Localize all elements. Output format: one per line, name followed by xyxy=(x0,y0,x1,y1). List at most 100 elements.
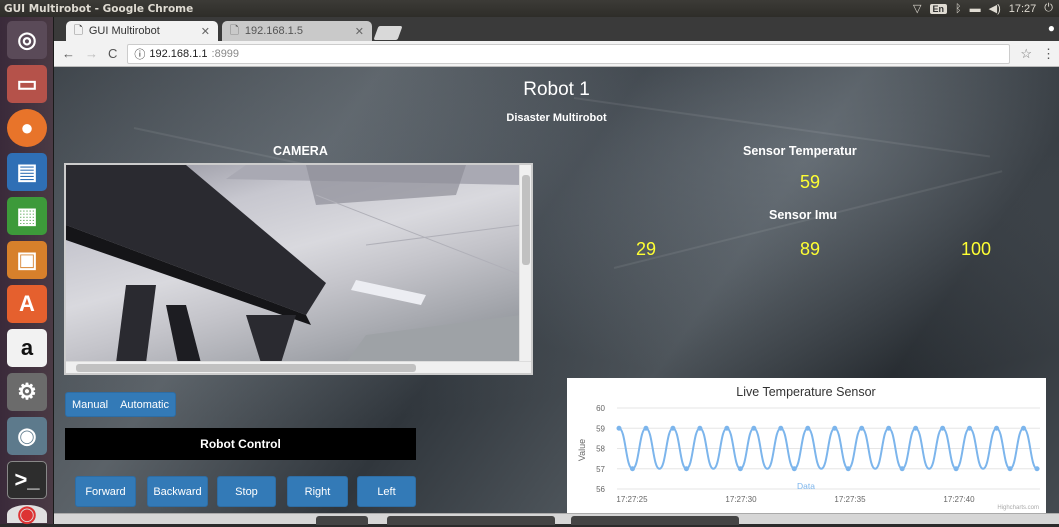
data-point[interactable] xyxy=(629,466,635,472)
data-point[interactable] xyxy=(1021,425,1027,431)
system-tray: ▽ En ᛒ ▬ ◀) 17:27 ⏻ xyxy=(913,2,1059,15)
scroll-thumb[interactable] xyxy=(76,364,416,372)
url-host: 192.168.1.1 xyxy=(149,47,208,60)
data-point[interactable] xyxy=(616,425,622,431)
tab-192-168-1-5[interactable]: 🗋 192.168.1.5 ✕ xyxy=(222,21,372,41)
scroll-thumb[interactable] xyxy=(522,175,530,265)
ubuntu-dash-icon[interactable]: ◎ xyxy=(7,21,47,59)
clock[interactable]: 17:27 xyxy=(1009,3,1037,15)
data-point[interactable] xyxy=(886,425,892,431)
bottom-scrollbar-strip xyxy=(54,513,1059,525)
writer-icon[interactable]: ▤ xyxy=(7,153,47,191)
imu-label: Sensor Imu xyxy=(769,208,838,222)
camera-label: CAMERA xyxy=(273,144,328,158)
page-title: Robot 1 xyxy=(523,79,590,100)
volume-icon[interactable]: ◀) xyxy=(989,2,1001,15)
page-icon: 🗋 xyxy=(74,24,83,37)
x-axis-ticks: 17:27:25 17:27:30 17:27:35 17:27:40 xyxy=(616,495,975,504)
os-top-bar: GUI Multirobot - Google Chrome ▽ En ᛒ ▬ … xyxy=(0,0,1059,17)
url-port: :8999 xyxy=(211,47,240,60)
software-center-icon[interactable]: A xyxy=(7,285,47,323)
data-point[interactable] xyxy=(913,425,919,431)
data-point[interactable] xyxy=(643,425,649,431)
data-point[interactable] xyxy=(994,425,1000,431)
browser-tab-strip: 🗋 GUI Multirobot ✕ 🗋 192.168.1.5 ✕ ● xyxy=(54,17,1059,41)
y-tick-label: 57 xyxy=(596,465,605,474)
data-point[interactable] xyxy=(805,425,811,431)
info-icon[interactable]: ⓘ xyxy=(134,46,145,62)
terminal-icon[interactable]: >_ xyxy=(7,461,47,499)
firefox-icon[interactable]: ● xyxy=(7,109,47,147)
url-input[interactable]: ⓘ 192.168.1.1:8999 xyxy=(127,43,1011,64)
data-point[interactable] xyxy=(1007,466,1013,472)
manual-button[interactable]: Manual xyxy=(66,393,114,416)
data-point[interactable] xyxy=(1034,466,1040,472)
camera-image xyxy=(66,165,522,363)
reload-icon[interactable]: C xyxy=(108,46,117,61)
chrome-icon[interactable]: ◉ xyxy=(7,501,47,526)
data-point[interactable] xyxy=(778,425,784,431)
bluetooth-icon[interactable]: ᛒ xyxy=(955,3,962,15)
y-tick-label: 56 xyxy=(596,485,605,494)
stop-button[interactable]: Stop xyxy=(217,476,276,507)
data-point[interactable] xyxy=(859,425,865,431)
close-icon[interactable]: ✕ xyxy=(355,25,364,38)
power-icon[interactable]: ⏻ xyxy=(1044,2,1053,15)
camera-vertical-scrollbar[interactable] xyxy=(519,165,531,363)
x-tick-label: 17:27:25 xyxy=(616,495,648,504)
page-icon: 🗋 xyxy=(230,24,239,37)
tab-label: GUI Multirobot xyxy=(88,25,160,37)
new-tab-button[interactable] xyxy=(373,26,403,40)
data-point[interactable] xyxy=(940,425,946,431)
data-point[interactable] xyxy=(845,466,851,472)
amazon-icon[interactable]: a xyxy=(7,329,47,367)
imu-value-2: 89 xyxy=(800,239,821,259)
keyboard-layout-indicator[interactable]: En xyxy=(929,3,948,14)
address-bar: ← → C ⓘ 192.168.1.1:8999 ☆ ⋮ xyxy=(54,41,1059,67)
data-point[interactable] xyxy=(724,425,730,431)
data-point[interactable] xyxy=(791,466,797,472)
camera-horizontal-scrollbar[interactable] xyxy=(66,361,531,373)
disk-icon[interactable]: ◉ xyxy=(7,417,47,455)
bookmark-star-icon[interactable]: ☆ xyxy=(1020,46,1032,62)
data-point[interactable] xyxy=(899,466,905,472)
forward-icon[interactable]: → xyxy=(85,46,98,61)
left-button[interactable]: Left xyxy=(357,476,416,507)
data-point[interactable] xyxy=(670,425,676,431)
live-temperature-chart[interactable]: Live Temperature Sensor Value 60 59 58 57 56… xyxy=(567,378,1046,513)
imu-value-1: 29 xyxy=(636,239,657,259)
close-icon[interactable]: ✕ xyxy=(201,25,210,38)
automatic-button[interactable]: Automatic xyxy=(114,393,175,416)
wifi-icon[interactable]: ▽ xyxy=(913,2,921,15)
data-point[interactable] xyxy=(953,466,959,472)
file-manager-icon[interactable]: ▭ xyxy=(7,65,47,103)
impress-icon[interactable]: ▣ xyxy=(7,241,47,279)
y-tick-label: 59 xyxy=(596,424,605,433)
right-button[interactable]: Right xyxy=(287,476,348,507)
back-icon[interactable]: ← xyxy=(62,46,75,61)
page-subtitle: Disaster Multirobot xyxy=(506,112,607,124)
calc-icon[interactable]: ▦ xyxy=(7,197,47,235)
data-point[interactable] xyxy=(737,466,743,472)
chart-title: Live Temperature Sensor xyxy=(736,385,875,399)
camera-feed[interactable] xyxy=(64,163,533,375)
profile-icon[interactable]: ● xyxy=(1048,21,1055,35)
x-tick-label: 17:27:40 xyxy=(943,495,975,504)
data-point[interactable] xyxy=(967,425,973,431)
unity-launcher: ◎ ▭ ● ▤ ▦ ▣ A a ⚙ ◉ >_ ◉ xyxy=(0,17,54,526)
data-point[interactable] xyxy=(751,425,757,431)
system-settings-icon[interactable]: ⚙ xyxy=(7,373,47,411)
forward-button[interactable]: Forward xyxy=(75,476,136,507)
y-tick-label: 60 xyxy=(596,404,605,413)
battery-icon[interactable]: ▬ xyxy=(970,3,981,15)
data-point[interactable] xyxy=(832,425,838,431)
data-point[interactable] xyxy=(683,466,689,472)
tab-gui-multirobot[interactable]: 🗋 GUI Multirobot ✕ xyxy=(66,21,218,41)
robot-control-header: Robot Control xyxy=(65,428,416,460)
data-point[interactable] xyxy=(697,425,703,431)
y-axis-ticks: 60 59 58 57 56 xyxy=(596,404,605,494)
camera-scene xyxy=(66,165,522,363)
web-page: Robot 1 Disaster Multirobot CAMERA Senso… xyxy=(54,67,1059,513)
menu-icon[interactable]: ⋮ xyxy=(1042,46,1059,62)
backward-button[interactable]: Backward xyxy=(147,476,208,507)
